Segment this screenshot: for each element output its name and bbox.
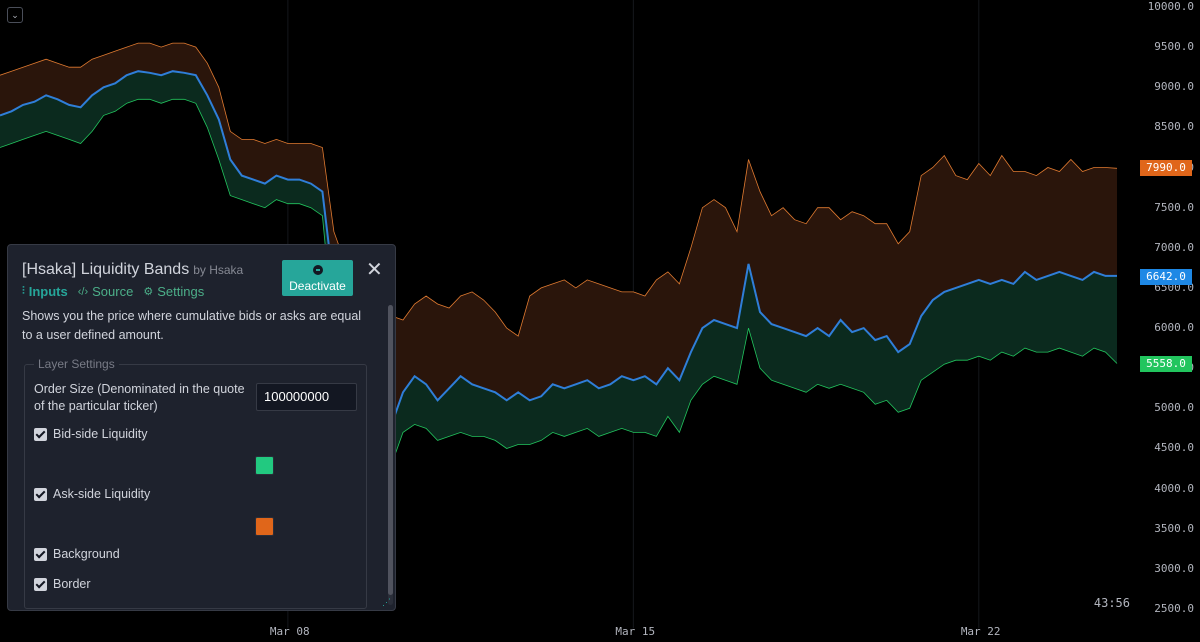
y-tick-label: 4000.0: [1154, 481, 1194, 495]
y-tick-label: 2500.0: [1154, 602, 1194, 615]
order-size-label: Order Size (Denominated in the quote of …: [34, 382, 245, 413]
checkbox-checked-icon: [34, 577, 47, 591]
x-tick-label: Mar 08: [269, 625, 310, 638]
upper-band-price-tag: 7990.0: [1140, 160, 1192, 177]
checkbox-checked-icon: [34, 547, 47, 561]
y-tick-label: 4500.0: [1154, 441, 1194, 455]
y-tick-label: 10000.0: [1147, 0, 1194, 13]
tab-inputs[interactable]: ⫶ Inputs: [22, 284, 68, 299]
border-checkbox[interactable]: Border: [34, 577, 91, 591]
y-tick-label: 9500.0: [1154, 40, 1194, 54]
x-tick-label: Mar 22: [960, 625, 1001, 638]
tab-settings-label: Settings: [157, 284, 205, 299]
y-tick-label: 9000.0: [1154, 80, 1194, 94]
sliders-icon: ⫶: [22, 285, 25, 297]
bid-side-liquidity-checkbox[interactable]: Bid-side Liquidity: [34, 427, 148, 441]
chevron-down-icon[interactable]: ⌄: [7, 7, 23, 23]
scrollbar-thumb[interactable]: [388, 305, 393, 595]
gear-icon: ⚙: [143, 286, 154, 298]
layer-settings-title: Layer Settings: [34, 357, 119, 371]
background-label: Background: [53, 547, 120, 561]
checkbox-checked-icon: [34, 427, 47, 441]
tab-source-label: Source: [92, 284, 134, 299]
panel-tabs: ⫶ Inputs ‹/› Source ⚙ Settings: [22, 284, 204, 299]
y-tick-label: 7000.0: [1154, 240, 1194, 254]
bid-side-liquidity-label: Bid-side Liquidity: [53, 427, 148, 441]
deactivate-label: Deactivate: [289, 279, 346, 293]
order-size-input[interactable]: 100000000: [256, 383, 357, 411]
tab-source[interactable]: ‹/› Source: [78, 284, 134, 299]
y-tick-label: 7500.0: [1154, 200, 1194, 214]
bid-color-swatch[interactable]: [255, 456, 274, 475]
close-icon[interactable]: ✕: [366, 257, 383, 282]
x-tick-label: Mar 15: [615, 625, 656, 638]
indicator-title: [Hsaka] Liquidity Bands by Hsaka: [22, 261, 243, 279]
stop-icon: [312, 265, 323, 275]
y-tick-label: 5000.0: [1154, 401, 1194, 415]
resize-handle-icon[interactable]: ⋰: [382, 597, 391, 608]
code-icon: ‹/›: [77, 285, 89, 298]
panel-scrollbar[interactable]: [388, 305, 393, 605]
checkbox-checked-icon: [34, 487, 47, 501]
bar-countdown-timer: 43:56: [1093, 596, 1130, 610]
ask-side-liquidity-label: Ask-side Liquidity: [53, 487, 151, 501]
indicator-settings-panel: [Hsaka] Liquidity Bands by Hsaka Deactiva…: [7, 244, 396, 611]
y-tick-label: 3000.0: [1154, 561, 1194, 575]
last-price-tag: 6642.0: [1140, 268, 1192, 285]
indicator-name: [Hsaka] Liquidity Bands: [22, 261, 190, 278]
indicator-description: Shows you the price where cumulative bid…: [22, 309, 362, 342]
y-tick-label: 3500.0: [1154, 521, 1194, 535]
ask-side-liquidity-checkbox[interactable]: Ask-side Liquidity: [34, 487, 150, 501]
tab-settings[interactable]: ⚙ Settings: [143, 284, 204, 299]
ask-color-swatch[interactable]: [255, 517, 274, 536]
lower-band-price-tag: 5558.0: [1140, 355, 1192, 372]
y-tick-label: 6000.0: [1154, 321, 1194, 335]
background-checkbox[interactable]: Background: [34, 547, 120, 561]
deactivate-button[interactable]: Deactivate: [282, 260, 353, 296]
y-tick-label: 8500.0: [1154, 120, 1194, 134]
border-label: Border: [53, 577, 91, 591]
tab-inputs-label: Inputs: [28, 284, 68, 299]
indicator-author: by Hsaka: [193, 263, 244, 277]
